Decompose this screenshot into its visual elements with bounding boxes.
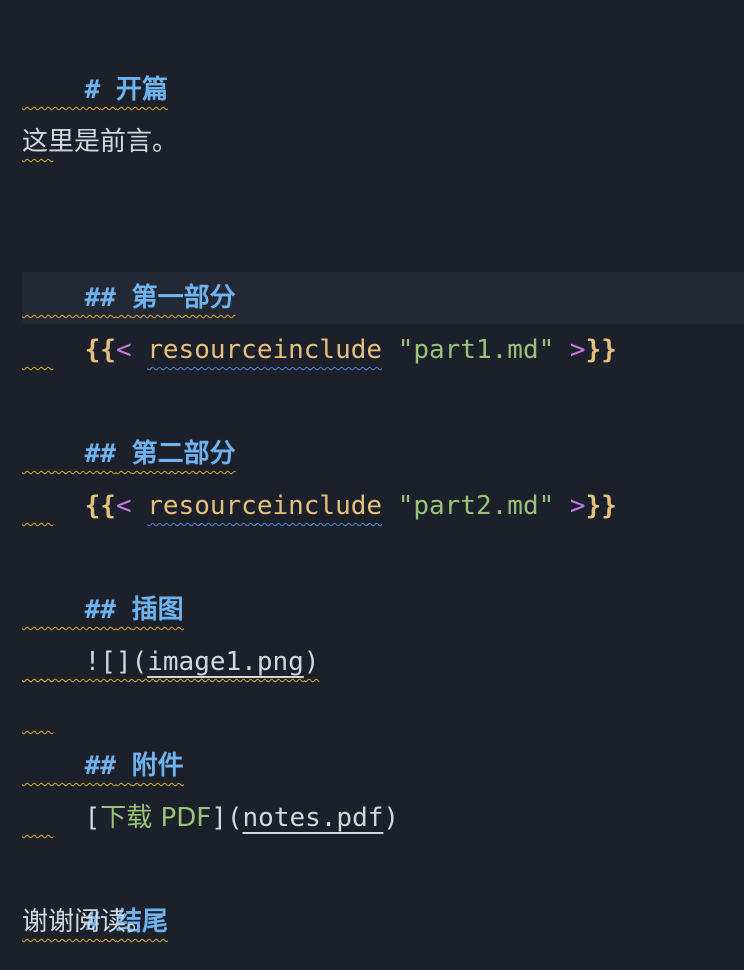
shortcode-open-angle: <: [115, 491, 132, 521]
link-label: 下载 PDF: [100, 803, 212, 833]
heading-2-figure[interactable]: ## 插图: [22, 532, 184, 625]
image-link-line[interactable]: ![](image1.png): [22, 584, 320, 677]
thanks-paragraph[interactable]: 谢谢阅读。: [22, 896, 152, 948]
shortcode-argument: "part2.md": [397, 491, 555, 521]
shortcode-name: resourceinclude: [147, 491, 383, 521]
shortcode-close-angle: >: [569, 491, 586, 521]
heading-text: 开篇: [115, 75, 168, 105]
punctuation-warning-squiggle: [142, 938, 172, 944]
file-link-url[interactable]: notes.pdf: [243, 803, 384, 833]
link-mid: ](: [211, 803, 243, 833]
heading-marker: #: [84, 75, 101, 105]
preface-paragraph[interactable]: 这里是前言。: [22, 116, 178, 168]
file-link-line[interactable]: [下载 PDF](notes.pdf): [22, 740, 399, 833]
image-link-suffix: ): [303, 647, 320, 677]
shortcode-include-part1[interactable]: {{< resourceinclude "part1.md" >}}: [22, 272, 617, 365]
shortcode-close-braces: }}: [585, 335, 617, 365]
link-close-paren: ): [383, 803, 400, 833]
shortcode-close-angle: >: [569, 335, 586, 365]
shortcode-open-angle: <: [115, 335, 132, 365]
heading-1-ending[interactable]: # 结尾: [22, 844, 168, 937]
heading-2-part1[interactable]: ## 第一部分: [22, 220, 236, 313]
shortcode-close-braces: }}: [585, 491, 617, 521]
heading-2-attachment[interactable]: ## 附件: [22, 688, 184, 781]
shortcode-include-part2[interactable]: {{< resourceinclude "part2.md" >}}: [22, 428, 617, 521]
image-link-url[interactable]: image1.png: [147, 647, 304, 677]
shortcode-argument: "part1.md": [397, 335, 555, 365]
shortcode-open-braces: {{: [84, 335, 116, 365]
shortcode-name: resourceinclude: [147, 335, 383, 365]
link-open-bracket: [: [84, 803, 101, 833]
shortcode-open-braces: {{: [84, 491, 116, 521]
heading-2-part2[interactable]: ## 第二部分: [22, 376, 236, 469]
heading-1-opening[interactable]: # 开篇: [22, 12, 168, 105]
markdown-editor[interactable]: # 开篇 这里是前言。 ## 第一部分 {{< resourceinclude …: [0, 0, 744, 970]
image-link-prefix: ![](: [84, 647, 148, 677]
